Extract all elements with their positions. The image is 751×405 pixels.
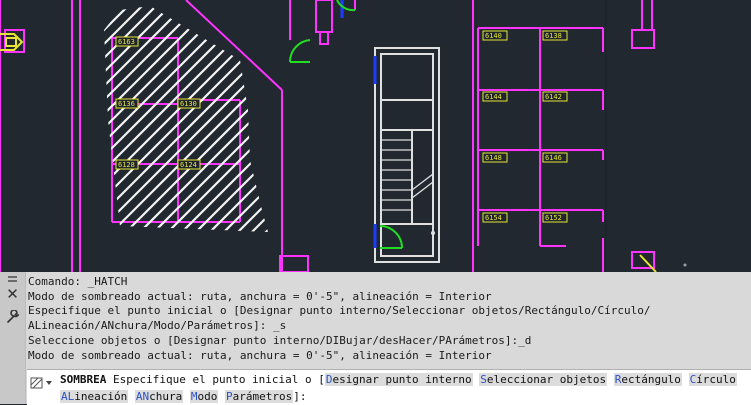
option-modo[interactable]: Modo: [189, 390, 219, 403]
room-tag: 6138: [545, 32, 562, 40]
drag-grip[interactable]: [8, 280, 17, 282]
room-tag: 6148: [485, 154, 502, 162]
prompt-end: ]:: [293, 390, 307, 403]
option-anchura[interactable]: ANchura: [134, 390, 184, 403]
option-hotkey: AL: [61, 390, 75, 403]
option-seleccionar-objetos[interactable]: Seleccionar objetos: [479, 373, 608, 386]
option-hotkey: S: [480, 373, 487, 386]
room-tags: 6140 6138 6144 6142 6148 6146 6154 6152 …: [115, 30, 568, 223]
option-circulo[interactable]: Círculo: [688, 373, 737, 386]
room-tag: 6146: [545, 154, 562, 162]
option-hotkey: D: [325, 373, 333, 386]
history-line: Modo de sombreado actual: ruta, anchura …: [28, 289, 492, 303]
option-alineacion[interactable]: ALineación: [60, 390, 129, 403]
room-tag: 6124: [180, 161, 197, 169]
room-tag: 6136: [118, 100, 135, 108]
command-line-sidebar: ✕: [0, 272, 26, 404]
room-tag: 6152: [545, 214, 562, 222]
hatch-pattern-icon[interactable]: [30, 374, 56, 389]
drawing-canvas[interactable]: 6140 6138 6144 6142 6148 6146 6154 6152 …: [0, 0, 751, 272]
drag-grip[interactable]: [8, 276, 17, 278]
option-hotkey: P: [225, 390, 233, 403]
option-label: írculo: [696, 373, 736, 386]
option-designar-punto-interno[interactable]: Designar punto interno: [324, 373, 473, 386]
room-tag: 6140: [485, 32, 502, 40]
hatch-pattern-glyph: [30, 377, 52, 389]
prompt-command: SOMBREA: [60, 373, 107, 386]
room-tag: 6163: [118, 38, 135, 46]
history-line: Modo de sombreado actual: ruta, anchura …: [28, 348, 492, 362]
option-label: ineación: [74, 390, 128, 403]
option-parametros[interactable]: Parámetros: [224, 390, 294, 403]
room-tag: 6130: [180, 100, 197, 108]
option-hotkey: AN: [135, 390, 150, 403]
room-tag: 6142: [545, 93, 562, 101]
command-input[interactable]: SOMBREA Especifique el punto inicial o […: [27, 369, 751, 405]
history-line: ALineación/ANchura/Modo/Parámetros]: _s: [28, 319, 287, 333]
wrench-icon[interactable]: [4, 309, 21, 327]
option-label: odo: [197, 390, 218, 403]
option-label: arámetros: [232, 390, 293, 403]
prompt-text: Especifique el punto inicial o [: [112, 373, 325, 386]
option-label: ectángulo: [621, 373, 681, 386]
floor-plan: 6140 6138 6144 6142 6148 6146 6154 6152 …: [0, 0, 687, 272]
history-line: Especifique el punto inicial o [Designar…: [28, 304, 651, 318]
close-icon[interactable]: ✕: [4, 286, 21, 303]
history-line: Comando: _HATCH: [28, 275, 128, 288]
command-prompt: SOMBREA Especifique el punto inicial o […: [60, 371, 748, 405]
command-line-panel: ✕ Comando: _HATCH Modo de sombreado actu…: [0, 272, 751, 405]
option-label: esignar punto interno: [332, 373, 472, 386]
history-line: Seleccione objetos o [Designar punto int…: [28, 333, 532, 347]
command-history: Comando: _HATCH Modo de sombreado actual…: [28, 275, 748, 367]
wrench-icon-glyph: [6, 309, 19, 323]
room-tag: 6144: [485, 93, 502, 101]
room-tag: 6128: [118, 161, 135, 169]
room-tag: 6154: [485, 214, 502, 222]
option-label: chura: [149, 390, 183, 403]
option-label: eleccionar objetos: [486, 373, 607, 386]
option-rectangulo[interactable]: Rectángulo: [613, 373, 682, 386]
